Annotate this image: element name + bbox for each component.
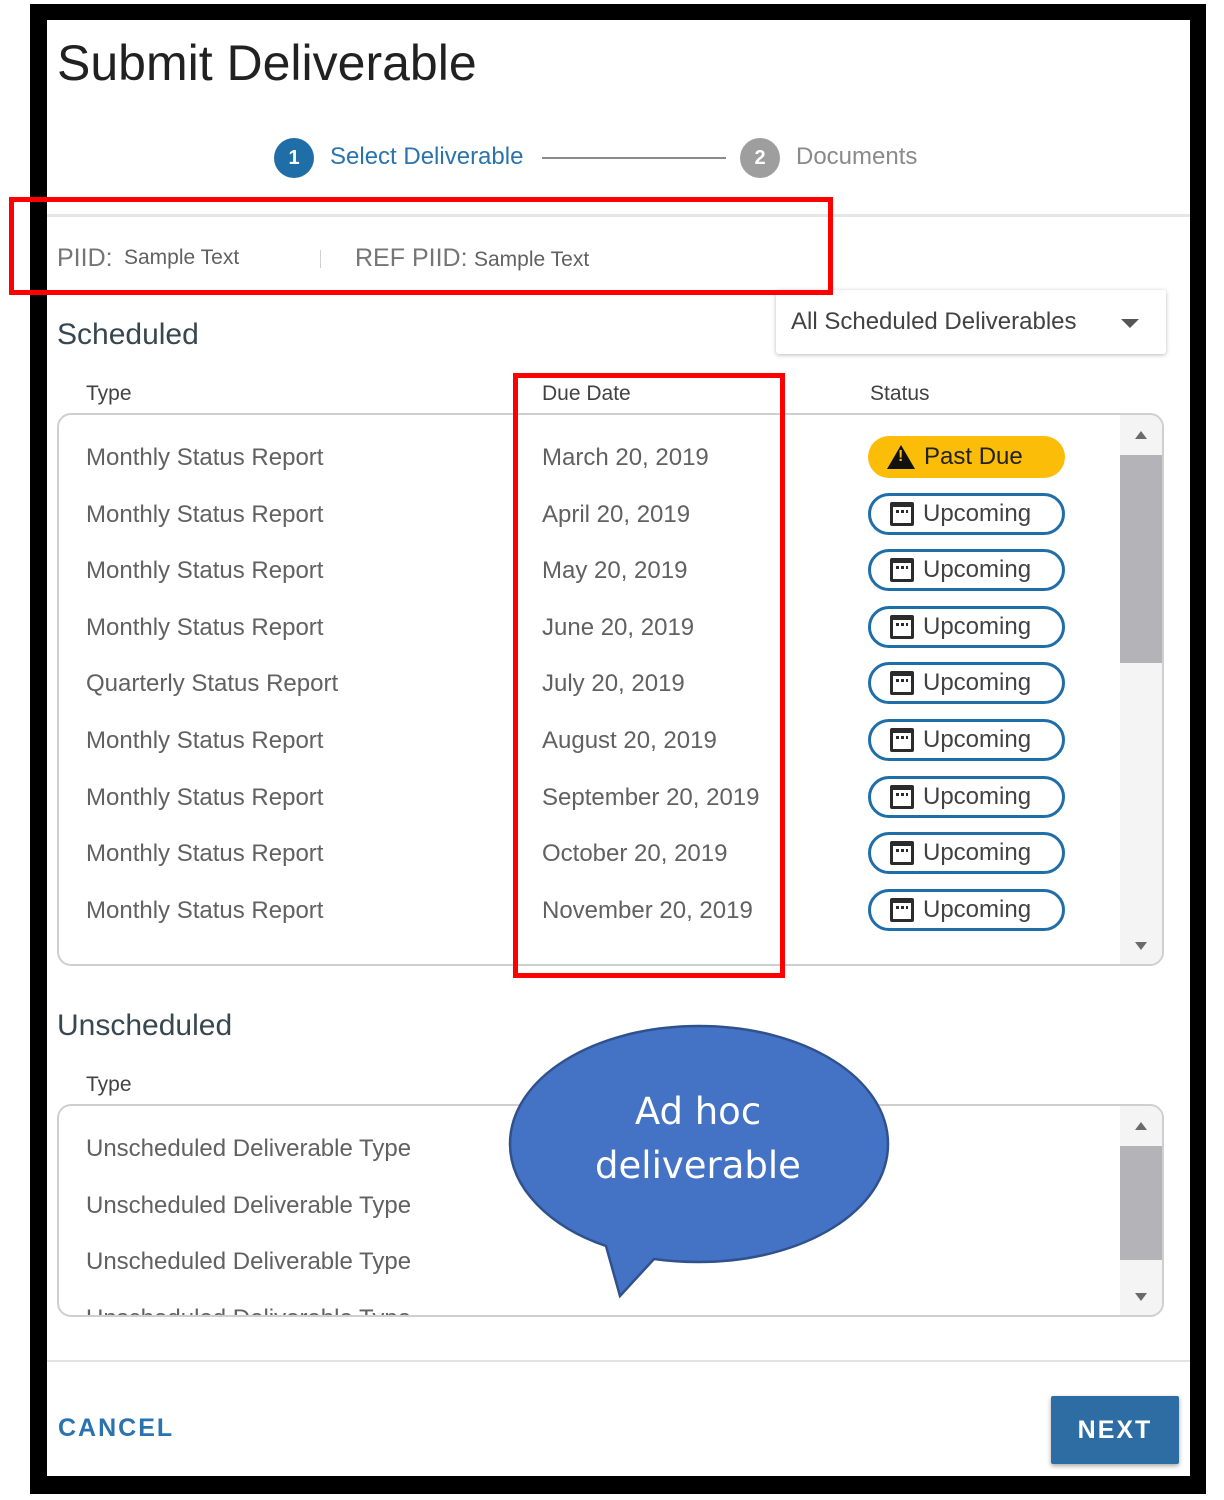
scheduled-list: Monthly Status Report March 20, 2019 Past … (57, 413, 1164, 966)
calendar-icon (890, 841, 914, 866)
row-type: Monthly Status Report (86, 896, 324, 924)
row-type: Monthly Status Report (86, 840, 324, 868)
scheduled-filter-select[interactable]: All Scheduled Deliverables (776, 290, 1166, 354)
row-type: Unscheduled Deliverable Type (86, 1135, 412, 1162)
status-badge: Upcoming (868, 662, 1065, 705)
callout-line-2: deliverable (595, 1144, 801, 1187)
table-row[interactable]: Monthly Status Report October 20, 2019 Upc… (59, 826, 1119, 882)
row-due-date: April 20, 2019 (542, 500, 691, 528)
table-row[interactable]: Monthly Status Report March 20, 2019 Past … (59, 430, 1119, 486)
column-header-type: Type (86, 382, 132, 405)
callout-line-1: Ad hoc (634, 1090, 762, 1133)
table-row[interactable]: Monthly Status Report April 20, 2019 Upcom… (59, 487, 1119, 543)
step-2-number[interactable]: 2 (740, 138, 780, 178)
status-label: Upcoming (923, 839, 1032, 867)
status-label: Upcoming (923, 895, 1032, 923)
status-badge: Upcoming (868, 775, 1065, 818)
row-due-date: October 20, 2019 (542, 840, 728, 868)
callout-text: Ad hoc deliverable (508, 1085, 888, 1193)
step-1-label[interactable]: Select Deliverable (330, 143, 523, 171)
step-1-number[interactable]: 1 (274, 138, 314, 178)
row-due-date: May 20, 2019 (542, 557, 688, 585)
row-type: Monthly Status Report (86, 500, 324, 528)
unscheduled-title: Unscheduled (57, 1009, 233, 1042)
unscheduled-scrollbar[interactable] (1120, 1106, 1162, 1315)
row-due-date: July 20, 2019 (542, 670, 685, 698)
table-row[interactable]: Monthly Status Report June 20, 2019 Upcomi… (59, 600, 1119, 656)
caret-down-icon (1121, 319, 1139, 328)
status-label: Past Due (924, 443, 1023, 470)
dialog-title: Submit Deliverable (57, 35, 477, 91)
row-type: Monthly Status Report (86, 613, 324, 641)
cancel-button[interactable]: CANCEL (58, 1414, 174, 1443)
row-due-date: June 20, 2019 (542, 613, 695, 641)
status-badge: Upcoming (868, 549, 1065, 592)
status-label: Upcoming (923, 556, 1032, 584)
calendar-icon (890, 784, 914, 809)
calendar-icon (890, 897, 914, 922)
row-type: Unscheduled Deliverable Type (86, 1305, 411, 1315)
status-badge: Upcoming (868, 492, 1065, 535)
calendar-icon (890, 558, 914, 583)
scroll-thumb[interactable] (1120, 1146, 1162, 1260)
status-badge: Upcoming (868, 605, 1065, 648)
status-badge: Upcoming (868, 719, 1065, 761)
column-header-due-date: Due Date (542, 382, 631, 405)
row-type: Unscheduled Deliverable Type (86, 1248, 412, 1276)
table-row[interactable]: Monthly Status Report August 20, 2019 Upco… (59, 713, 1119, 769)
row-type: Monthly Status Report (86, 557, 324, 585)
row-due-date: November 20, 2019 (542, 896, 753, 924)
row-type: Monthly Status Report (86, 727, 324, 754)
calendar-icon (890, 501, 914, 526)
scroll-up-arrow-icon[interactable] (1135, 431, 1147, 439)
status-badge: Upcoming (868, 832, 1065, 875)
status-badge: Upcoming (868, 888, 1065, 931)
status-label: Upcoming (923, 499, 1032, 527)
filter-selected-value: All Scheduled Deliverables (791, 308, 1077, 335)
row-type: Quarterly Status Report (86, 670, 339, 698)
scroll-down-arrow-icon[interactable] (1135, 1293, 1147, 1301)
row-type: Monthly Status Report (86, 783, 324, 811)
step-2-label[interactable]: Documents (796, 143, 917, 171)
field-separator (320, 250, 321, 268)
status-label: Upcoming (923, 612, 1032, 640)
ref-piid-label: REF PIID: (355, 244, 468, 272)
scroll-down-arrow-icon[interactable] (1135, 942, 1147, 950)
calendar-icon (890, 671, 914, 696)
calendar-icon (890, 614, 914, 639)
table-row[interactable]: Monthly Status Report September 20, 2019 U… (59, 770, 1119, 826)
row-type: Unscheduled Deliverable Type (86, 1191, 412, 1219)
footer-divider (47, 1360, 1190, 1362)
scroll-up-arrow-icon[interactable] (1135, 1122, 1147, 1130)
column-header-status: Status (870, 382, 930, 405)
calendar-icon (890, 728, 914, 752)
status-badge: Past Due (868, 436, 1065, 478)
scheduled-scrollbar[interactable] (1120, 415, 1162, 964)
ref-piid-value: Sample Text (474, 248, 590, 271)
unscheduled-column-header-type: Type (86, 1073, 132, 1096)
table-row[interactable]: Monthly Status Report November 20, 2019 Up… (59, 883, 1119, 939)
piid-value: Sample Text (124, 246, 240, 269)
status-label: Upcoming (923, 669, 1032, 697)
warning-icon (887, 445, 915, 469)
row-due-date: September 20, 2019 (542, 783, 760, 811)
row-due-date: August 20, 2019 (542, 727, 717, 754)
next-button[interactable]: NEXT (1051, 1396, 1179, 1464)
scroll-thumb[interactable] (1120, 455, 1162, 663)
row-type: Monthly Status Report (86, 444, 324, 471)
status-label: Upcoming (923, 782, 1032, 810)
header-divider (47, 214, 1190, 217)
table-row[interactable]: Monthly Status Report May 20, 2019 Upcomin… (59, 543, 1119, 599)
row-due-date: March 20, 2019 (542, 444, 709, 471)
piid-label: PIID: (57, 244, 113, 272)
scheduled-title: Scheduled (57, 318, 199, 351)
table-row[interactable]: Quarterly Status Report July 20, 2019 Upco… (59, 656, 1119, 712)
status-label: Upcoming (923, 726, 1032, 753)
stepper-connector (542, 157, 726, 159)
